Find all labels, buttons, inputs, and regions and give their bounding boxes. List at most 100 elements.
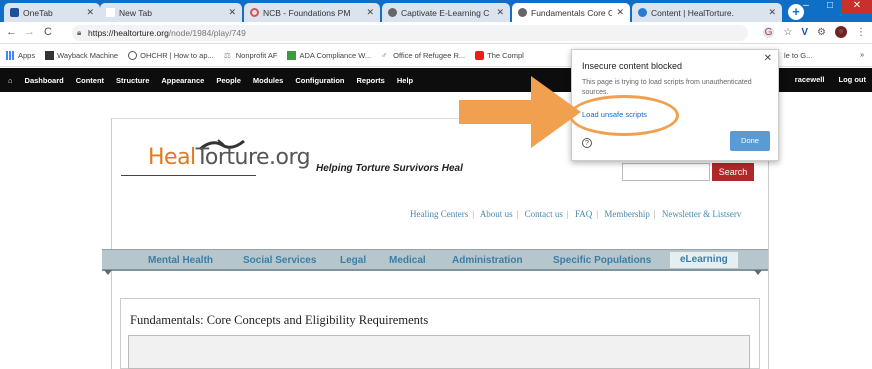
bookmark-ohchr[interactable]: OHCHR | How to ap...: [128, 51, 214, 60]
tab-close-icon[interactable]: ✕: [616, 7, 624, 18]
tab-close-icon[interactable]: ✕: [86, 7, 94, 18]
nav-mental-health[interactable]: Mental Health: [148, 255, 213, 266]
drupal-icon: [638, 8, 647, 17]
admin-username[interactable]: racewell: [795, 75, 825, 84]
tab-close-icon[interactable]: ✕: [768, 7, 776, 18]
admin-menu-appearance[interactable]: Appearance: [161, 76, 204, 85]
globe-icon: [518, 8, 527, 17]
bookmark-overflow-label[interactable]: le to G...: [784, 51, 812, 60]
popup-title: Insecure content blocked: [582, 61, 683, 71]
admin-menu-content[interactable]: Content: [76, 76, 104, 85]
globe-icon: [128, 51, 138, 60]
logo-heal-text: Heal: [148, 145, 196, 170]
bookmark-label: Wayback Machine: [57, 51, 119, 60]
tab-label: Fundamentals Core Co: [531, 7, 613, 18]
link-faq[interactable]: FAQ: [575, 209, 592, 219]
tab-captivate[interactable]: Captivate E-Learning C ✕: [382, 3, 510, 22]
admin-menu-dashboard[interactable]: Dashboard: [25, 76, 64, 85]
minimize-button[interactable]: –: [794, 0, 818, 14]
nav-specific-populations[interactable]: Specific Populations: [553, 255, 651, 266]
onetab-icon: [10, 8, 19, 17]
star-bookmark-icon[interactable]: ☆: [783, 27, 792, 38]
bookmark-ada[interactable]: ADA Compliance W...: [287, 51, 371, 60]
url-bar[interactable]: 🔒︎ https://healtorture.org/node/1984/pla…: [72, 25, 748, 41]
annotation-highlight-ring: [569, 95, 679, 136]
nav-social-services[interactable]: Social Services: [243, 255, 316, 266]
search-button[interactable]: Search: [712, 163, 754, 181]
menu-kebab-icon[interactable]: ⋮: [856, 27, 866, 38]
extension-icon[interactable]: ⚙: [817, 27, 826, 38]
tab-ncb[interactable]: NCB - Foundations PM ✕: [244, 3, 380, 22]
tab-close-icon[interactable]: ✕: [496, 7, 504, 18]
admin-menu-structure[interactable]: Structure: [116, 76, 149, 85]
tab-close-icon[interactable]: ✕: [228, 7, 236, 18]
blocked-content-icon[interactable]: G: [762, 26, 775, 38]
popup-close-icon[interactable]: ✕: [764, 53, 772, 64]
bookmark-label: Nonprofit AF: [235, 51, 278, 60]
link-newsletter[interactable]: Newsletter & Listserv: [662, 209, 741, 219]
close-window-button[interactable]: ✕: [842, 0, 872, 14]
refugee-icon: ♂: [381, 51, 388, 60]
maximize-button[interactable]: □: [818, 0, 842, 14]
home-icon[interactable]: ⌂: [8, 76, 13, 85]
bookmark-label: OHCHR | How to ap...: [140, 51, 214, 60]
site-logo[interactable]: HealTorture.org: [148, 145, 311, 170]
help-icon[interactable]: ?: [582, 138, 592, 148]
link-contact-us[interactable]: Contact us: [525, 209, 563, 219]
tab-fundamentals-active[interactable]: Fundamentals Core Co ✕: [512, 3, 630, 22]
bookmark-nonprofit-af[interactable]: ⚖ Nonprofit AF: [224, 51, 278, 60]
globe-icon: [388, 8, 397, 17]
done-button[interactable]: Done: [730, 131, 770, 151]
url-path: /node/1984/play/749: [168, 28, 246, 38]
logo-underline: [121, 175, 256, 176]
admin-menu-configuration[interactable]: Configuration: [295, 76, 344, 85]
main-navigation: Mental Health Social Services Legal Medi…: [102, 249, 768, 271]
wayback-icon: [45, 51, 55, 60]
newtab-icon: [106, 8, 115, 17]
ada-icon: [287, 51, 297, 60]
apps-grid-icon: [6, 51, 15, 60]
onetab-extension-icon[interactable]: V: [801, 27, 808, 38]
search-input[interactable]: [622, 163, 710, 181]
bookmarks-more-icon[interactable]: »: [860, 50, 864, 59]
lock-icon[interactable]: 🔒︎: [77, 25, 81, 41]
elearning-player[interactable]: [128, 335, 750, 369]
scroll-left-icon[interactable]: [104, 270, 112, 275]
tab-new-tab[interactable]: New Tab ✕: [100, 3, 242, 22]
nav-elearning[interactable]: eLearning: [670, 252, 738, 268]
nav-administration[interactable]: Administration: [452, 255, 523, 266]
youtube-icon: [475, 51, 485, 60]
admin-menu-modules[interactable]: Modules: [253, 76, 283, 85]
avatar[interactable]: ●: [835, 26, 847, 38]
admin-menu-reports[interactable]: Reports: [357, 76, 385, 85]
address-bar-row: ← → C 🔒︎ https://healtorture.org/node/19…: [0, 22, 872, 44]
forward-arrow-icon[interactable]: →: [24, 26, 35, 38]
scroll-right-icon[interactable]: [754, 270, 762, 275]
link-membership[interactable]: Membership: [604, 209, 650, 219]
nav-medical[interactable]: Medical: [389, 255, 426, 266]
admin-menu-help[interactable]: Help: [397, 76, 413, 85]
tab-close-icon[interactable]: ✕: [366, 7, 374, 18]
url-host: https://healtorture.org: [88, 28, 169, 38]
link-healing-centers[interactable]: Healing Centers: [410, 209, 468, 219]
tab-label: Captivate E-Learning C: [401, 7, 490, 18]
bookmark-apps[interactable]: Apps: [6, 51, 35, 60]
back-arrow-icon[interactable]: ←: [6, 26, 17, 38]
bookmark-refugee[interactable]: ♂ Office of Refugee R...: [381, 51, 465, 60]
admin-menu-people[interactable]: People: [216, 76, 241, 85]
tab-onetab[interactable]: OneTab ✕: [4, 3, 100, 22]
tab-label: New Tab: [119, 7, 152, 18]
link-about-us[interactable]: About us: [480, 209, 513, 219]
bookmark-label: Office of Refugee R...: [393, 51, 466, 60]
window-controls: – □ ✕: [794, 0, 872, 14]
bookmark-the-compl[interactable]: The Compl: [475, 51, 524, 60]
logout-link[interactable]: Log out: [839, 75, 867, 84]
nav-legal[interactable]: Legal: [340, 255, 366, 266]
nonprofit-icon: ⚖: [223, 51, 231, 60]
bookmark-label: The Compl: [487, 51, 524, 60]
bookmark-label: Apps: [18, 51, 36, 60]
reload-icon[interactable]: C: [44, 26, 52, 38]
bookmark-wayback[interactable]: Wayback Machine: [45, 51, 118, 60]
toolbar-icons: G ☆ V ⚙ ● ⋮: [762, 26, 866, 38]
tab-content-healtorture[interactable]: Content | HealTorture. ✕: [632, 3, 782, 22]
